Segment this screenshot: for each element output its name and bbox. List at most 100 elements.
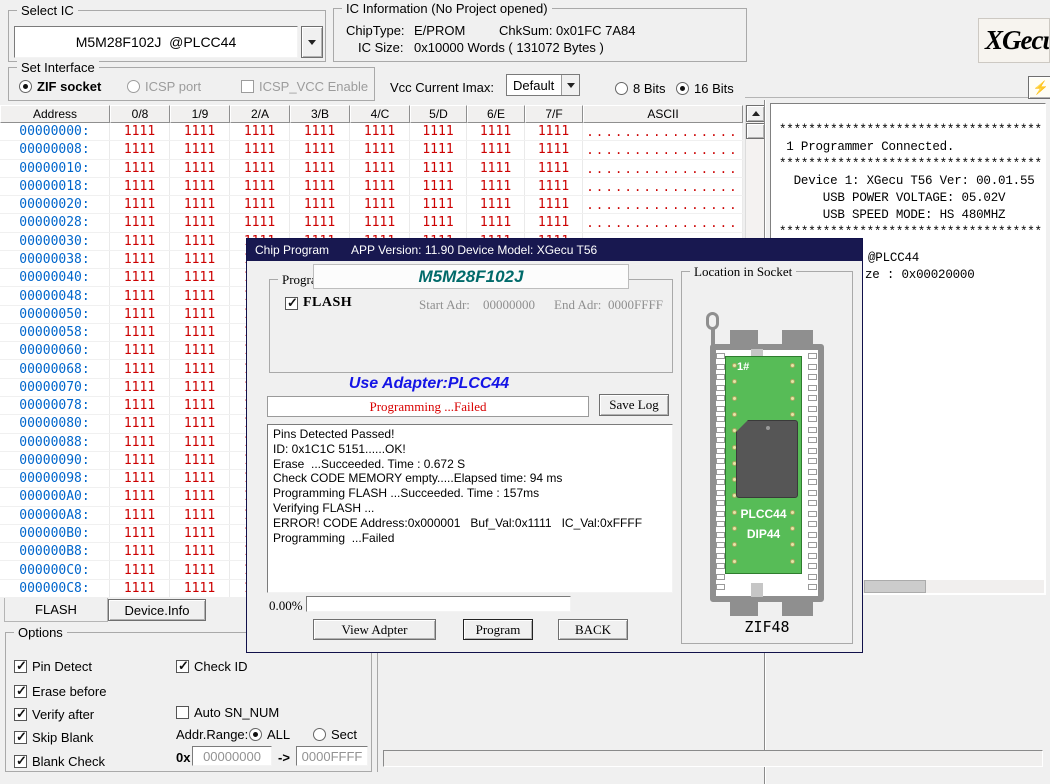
hex-cell[interactable]: 1111 [170, 360, 230, 377]
hex-cell[interactable]: 1111 [410, 196, 467, 213]
hex-cell[interactable]: 1111 [170, 269, 230, 286]
hex-cell[interactable]: 1111 [290, 141, 350, 158]
radio-addr-sect[interactable]: Sect [313, 726, 357, 742]
tab-flash[interactable]: FLASH [4, 598, 108, 622]
hex-cell[interactable]: 1111 [467, 141, 525, 158]
view-adapter-button[interactable]: View Adpter [313, 619, 436, 640]
hex-cell[interactable]: 1111 [110, 543, 170, 560]
hex-cell[interactable]: 1111 [290, 178, 350, 195]
scrollbar-thumb[interactable] [746, 123, 765, 139]
hex-cell[interactable]: 1111 [467, 178, 525, 195]
vcc-imax-select[interactable]: Default [506, 74, 580, 96]
hex-cell[interactable]: 1111 [170, 251, 230, 268]
hex-cell[interactable]: 1111 [110, 196, 170, 213]
hex-cell[interactable]: 1111 [170, 342, 230, 359]
save-log-button[interactable]: Save Log [599, 394, 669, 416]
hex-cell[interactable]: 1111 [170, 488, 230, 505]
hex-cell[interactable]: 1111 [170, 324, 230, 341]
radio-16-bits[interactable]: 16 Bits [676, 80, 734, 96]
hex-cell[interactable]: 1111 [290, 196, 350, 213]
hex-cell[interactable]: 1111 [525, 178, 583, 195]
hex-cell[interactable]: 1111 [525, 141, 583, 158]
hex-cell[interactable]: 1111 [110, 178, 170, 195]
vcc-select-arrow-button[interactable] [561, 75, 579, 95]
checkbox-check-id[interactable]: Check ID [176, 658, 247, 674]
checkbox-pin-detect[interactable]: Pin Detect [14, 658, 92, 674]
hex-cell[interactable]: 1111 [170, 415, 230, 432]
dialog-titlebar[interactable]: Chip Program APP Version: 11.90 Device M… [247, 239, 862, 261]
hex-cell[interactable]: 1111 [110, 525, 170, 542]
hex-cell[interactable]: 1111 [170, 306, 230, 323]
radio-zif-socket[interactable]: ZIF socket [19, 78, 101, 94]
hex-cell[interactable]: 1111 [170, 525, 230, 542]
hex-cell[interactable]: 1111 [170, 160, 230, 177]
hex-cell[interactable]: 1111 [110, 324, 170, 341]
hex-cell[interactable]: 1111 [350, 141, 410, 158]
hex-cell[interactable]: 1111 [410, 141, 467, 158]
hex-cell[interactable]: 1111 [170, 123, 230, 140]
hex-cell[interactable]: 1111 [290, 160, 350, 177]
hex-cell[interactable]: 1111 [410, 160, 467, 177]
hex-cell[interactable]: 1111 [110, 214, 170, 231]
hex-cell[interactable]: 1111 [467, 214, 525, 231]
hex-cell[interactable]: 1111 [230, 196, 290, 213]
range-from-input[interactable]: 00000000 [192, 746, 272, 766]
program-button[interactable]: Program [463, 619, 533, 640]
checkbox-erase-before[interactable]: Erase before [14, 683, 106, 699]
hex-cell[interactable]: 1111 [110, 342, 170, 359]
hex-cell[interactable]: 1111 [230, 123, 290, 140]
hex-cell[interactable]: 1111 [525, 214, 583, 231]
tab-device-info[interactable]: Device.Info [108, 599, 206, 621]
hex-cell[interactable]: 1111 [170, 233, 230, 250]
hex-cell[interactable]: 1111 [290, 123, 350, 140]
checkbox-auto-sn-num[interactable]: Auto SN_NUM [176, 704, 279, 720]
hex-cell[interactable]: 1111 [110, 360, 170, 377]
hex-cell[interactable]: 1111 [230, 141, 290, 158]
hex-cell[interactable]: 1111 [110, 123, 170, 140]
radio-addr-all[interactable]: ALL [249, 726, 290, 742]
hex-cell[interactable]: 1111 [110, 141, 170, 158]
hex-cell[interactable]: 1111 [350, 214, 410, 231]
hex-cell[interactable]: 1111 [170, 434, 230, 451]
hex-cell[interactable]: 1111 [110, 160, 170, 177]
hex-cell[interactable]: 1111 [410, 123, 467, 140]
hex-cell[interactable]: 1111 [170, 470, 230, 487]
hex-cell[interactable]: 1111 [170, 287, 230, 304]
hex-cell[interactable]: 1111 [110, 507, 170, 524]
hex-cell[interactable]: 1111 [110, 434, 170, 451]
hex-cell[interactable]: 1111 [410, 178, 467, 195]
hex-cell[interactable]: 1111 [350, 178, 410, 195]
hex-cell[interactable]: 1111 [170, 379, 230, 396]
hex-cell[interactable]: 1111 [110, 269, 170, 286]
hex-cell[interactable]: 1111 [467, 196, 525, 213]
hex-cell[interactable]: 1111 [350, 123, 410, 140]
hex-cell[interactable]: 1111 [230, 178, 290, 195]
hex-cell[interactable]: 1111 [350, 160, 410, 177]
quick-action-button[interactable]: ⚡ [1028, 76, 1050, 99]
hex-cell[interactable]: 1111 [525, 160, 583, 177]
hex-cell[interactable]: 1111 [110, 415, 170, 432]
hex-cell[interactable]: 1111 [230, 214, 290, 231]
hex-cell[interactable]: 1111 [170, 178, 230, 195]
hex-cell[interactable]: 1111 [110, 379, 170, 396]
scrollbar-thumb[interactable] [864, 580, 926, 593]
hex-cell[interactable]: 1111 [110, 580, 170, 597]
hex-cell[interactable]: 1111 [110, 287, 170, 304]
hex-cell[interactable]: 1111 [110, 470, 170, 487]
hex-cell[interactable]: 1111 [525, 196, 583, 213]
hex-cell[interactable]: 1111 [170, 580, 230, 597]
hex-cell[interactable]: 1111 [290, 214, 350, 231]
hex-cell[interactable]: 1111 [110, 488, 170, 505]
hex-cell[interactable]: 1111 [170, 141, 230, 158]
hex-cell[interactable]: 1111 [170, 561, 230, 578]
hex-cell[interactable]: 1111 [110, 306, 170, 323]
hex-cell[interactable]: 1111 [170, 214, 230, 231]
hex-cell[interactable]: 1111 [170, 507, 230, 524]
hex-cell[interactable]: 1111 [467, 160, 525, 177]
hex-cell[interactable]: 1111 [467, 123, 525, 140]
hex-cell[interactable]: 1111 [230, 160, 290, 177]
hex-cell[interactable]: 1111 [110, 251, 170, 268]
hex-cell[interactable]: 1111 [110, 561, 170, 578]
hex-cell[interactable]: 1111 [525, 123, 583, 140]
checkbox-skip-blank[interactable]: Skip Blank [14, 729, 93, 745]
